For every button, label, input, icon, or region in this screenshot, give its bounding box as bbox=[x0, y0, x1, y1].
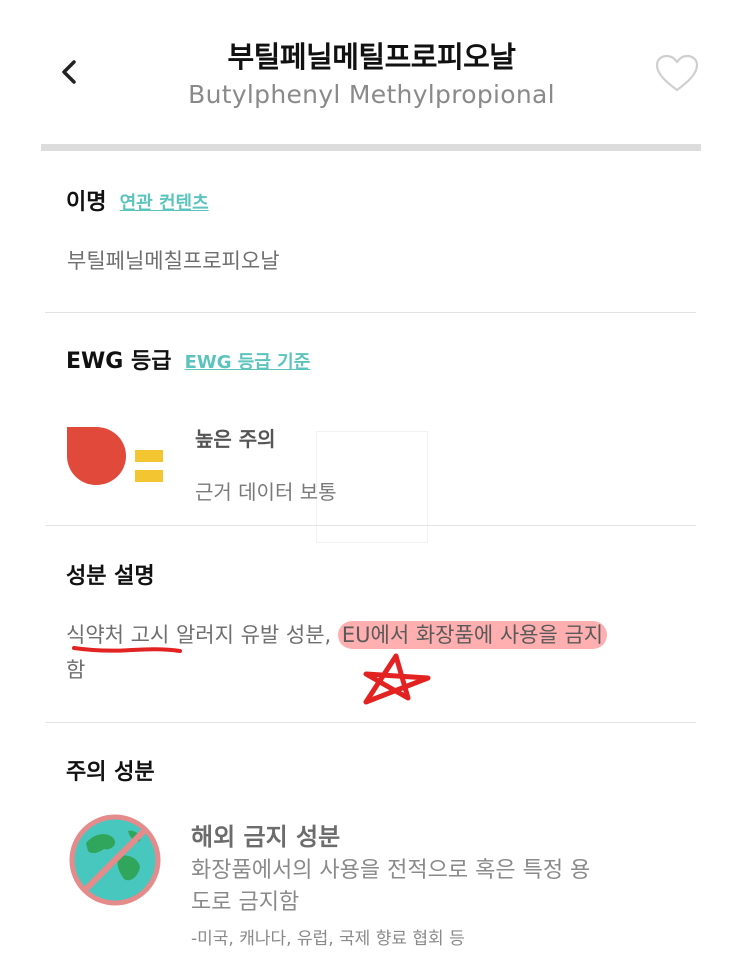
ewg-data-label: 근거 데이터 보통 bbox=[195, 480, 337, 504]
alias-value: 부틸페닐메칠프로피오날 bbox=[67, 249, 280, 273]
page-title: 부틸페닐메틸프로피오날 bbox=[227, 40, 516, 74]
globe-ban-icon bbox=[69, 814, 161, 906]
header-divider bbox=[41, 144, 701, 151]
overseas-ban-examples: -미국, 캐나다, 유럽, 국제 향료 협회 등 bbox=[191, 929, 465, 949]
alias-title: 이명 bbox=[66, 190, 107, 215]
eu-ban-highlight: EU에서 화장품에 사용을 금지 bbox=[337, 621, 608, 649]
section-divider bbox=[45, 722, 696, 723]
description-text-line2: 함 bbox=[66, 658, 86, 682]
hand-drawn-star-icon bbox=[363, 653, 431, 705]
overseas-ban-title: 해외 금지 성분 bbox=[191, 823, 341, 851]
heart-outline-icon bbox=[655, 54, 699, 92]
ewg-title: EWG 등급 bbox=[66, 349, 172, 374]
allergen-text: 알러지 유발 성분, bbox=[169, 623, 338, 647]
alias-section-header: 이명 연관 컨텐츠 bbox=[66, 184, 209, 216]
related-content-link[interactable]: 연관 컨텐츠 bbox=[120, 193, 209, 214]
favorite-button[interactable] bbox=[654, 54, 700, 94]
caution-title: 주의 성분 bbox=[66, 760, 155, 785]
section-divider bbox=[45, 312, 696, 313]
section-divider bbox=[45, 525, 696, 526]
ewg-grade-label: 높은 주의 bbox=[195, 427, 276, 451]
ewg-criteria-link[interactable]: EWG 등급 기준 bbox=[185, 352, 311, 373]
overseas-ban-desc-line1: 화장품에서의 사용을 전적으로 혹은 특정 용 bbox=[191, 858, 591, 883]
description-title: 성분 설명 bbox=[66, 564, 155, 589]
ewg-grade-drop-icon bbox=[67, 427, 126, 485]
data-level-bars-icon bbox=[135, 450, 163, 482]
ewg-section-header: EWG 등급 EWG 등급 기준 bbox=[66, 343, 310, 375]
overseas-ban-desc-line2: 도로 금지함 bbox=[191, 890, 300, 915]
red-underline-annotation bbox=[72, 646, 182, 653]
page-subtitle: Butylphenyl Methylpropional bbox=[188, 80, 555, 109]
